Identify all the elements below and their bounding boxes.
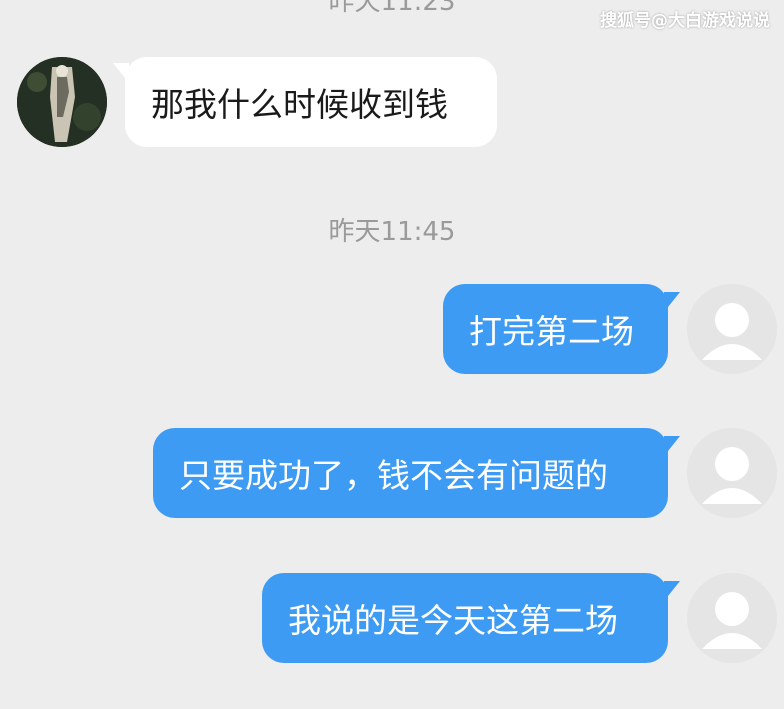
self-avatar[interactable] (687, 284, 777, 374)
default-user-avatar-icon (687, 428, 777, 518)
self-avatar[interactable] (687, 428, 777, 518)
default-user-avatar-icon (687, 284, 777, 374)
outgoing-message-bubble[interactable]: 打完第二场 (443, 284, 668, 374)
default-user-avatar-icon (687, 573, 777, 663)
incoming-message-bubble[interactable]: 那我什么时候收到钱 (125, 57, 497, 147)
contact-avatar[interactable] (17, 57, 107, 147)
cat-photo-icon (17, 57, 107, 147)
outgoing-message-bubble[interactable]: 只要成功了，钱不会有问题的 (153, 428, 668, 518)
outgoing-message-bubble[interactable]: 我说的是今天这第二场 (262, 573, 668, 663)
self-avatar[interactable] (687, 573, 777, 663)
watermark: 搜狐号@大白游戏说说 (600, 11, 770, 31)
timestamp: 昨天11:45 (328, 217, 456, 247)
